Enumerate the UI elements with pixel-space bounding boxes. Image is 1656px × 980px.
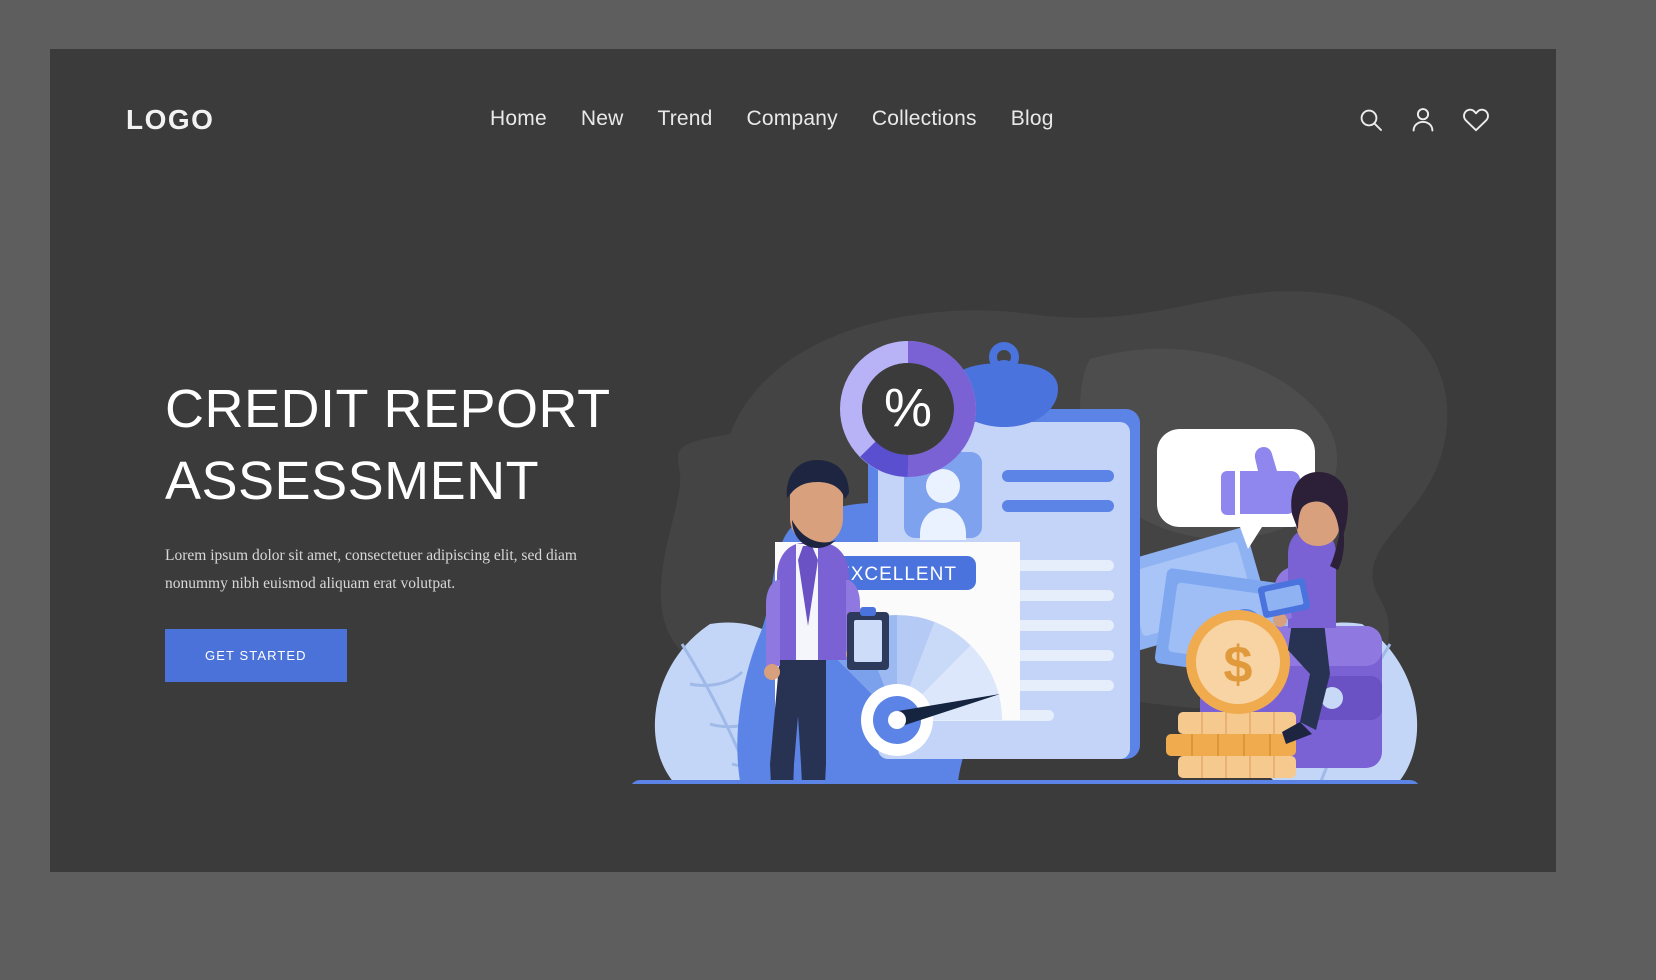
percent-symbol: % (884, 378, 932, 438)
get-started-button[interactable]: GET STARTED (165, 628, 347, 682)
hero-text-block: CREDIT REPORT ASSESSMENT Lorem ipsum dol… (165, 374, 635, 682)
coin-dollar-symbol: $ (1224, 636, 1253, 694)
user-icon[interactable] (1410, 106, 1436, 133)
heart-icon[interactable] (1462, 107, 1490, 133)
credit-report-assessment-illustration: % EXCELLENT $ (620, 224, 1450, 784)
score-badge-label: EXCELLENT (837, 564, 957, 585)
page-title: CREDIT REPORT ASSESSMENT (165, 374, 635, 518)
ground-bar (632, 780, 1418, 784)
nav-item-home[interactable]: Home (490, 107, 547, 131)
landing-page-card: LOGO Home New Trend Company Collections … (50, 49, 1556, 872)
site-header: LOGO Home New Trend Company Collections … (50, 49, 1556, 229)
nav-item-company[interactable]: Company (747, 107, 838, 131)
clipboard-line (1002, 500, 1114, 512)
nav-item-new[interactable]: New (581, 107, 624, 131)
nav-item-trend[interactable]: Trend (657, 107, 712, 131)
header-icon-group (1358, 106, 1490, 133)
hero-paragraph: Lorem ipsum dolor sit amet, consectetuer… (165, 546, 577, 593)
nav-item-blog[interactable]: Blog (1011, 107, 1054, 131)
page-title-line-1: CREDIT REPORT (165, 379, 611, 439)
nav-item-collections[interactable]: Collections (872, 107, 977, 131)
coin-stack (1166, 712, 1296, 778)
site-logo[interactable]: LOGO (126, 104, 214, 136)
search-icon[interactable] (1358, 107, 1384, 133)
clipboard-line (1002, 470, 1114, 482)
percent-donut-chart: % (840, 341, 976, 477)
page-title-line-2: ASSESSMENT (165, 450, 540, 511)
gold-coin: $ (1186, 610, 1290, 714)
main-navigation: Home New Trend Company Collections Blog (490, 107, 1054, 131)
